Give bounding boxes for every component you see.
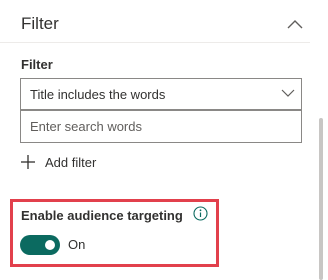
add-filter-button[interactable]: Add filter	[21, 152, 96, 172]
search-words-input[interactable]	[20, 110, 302, 143]
audience-targeting-toggle[interactable]	[20, 235, 60, 255]
section-header[interactable]: Filter	[21, 14, 321, 36]
filter-panel: Filter Filter Title includes the words A…	[0, 0, 328, 280]
audience-targeting-label: Enable audience targeting	[21, 208, 183, 223]
dropdown-selected-value: Title includes the words	[30, 87, 166, 102]
add-filter-label: Add filter	[45, 154, 97, 170]
info-icon[interactable]	[193, 206, 208, 221]
section-title: Filter	[21, 14, 59, 33]
filter-label: Filter	[21, 57, 53, 72]
filter-type-dropdown[interactable]: Title includes the words	[20, 78, 302, 110]
toggle-state-label: On	[68, 237, 86, 252]
scrollbar-thumb[interactable]	[319, 118, 323, 280]
chevron-down-icon	[281, 89, 295, 97]
header-divider	[0, 42, 310, 43]
toggle-knob	[45, 240, 55, 250]
chevron-up-icon[interactable]	[286, 18, 304, 30]
plus-icon	[21, 155, 35, 169]
